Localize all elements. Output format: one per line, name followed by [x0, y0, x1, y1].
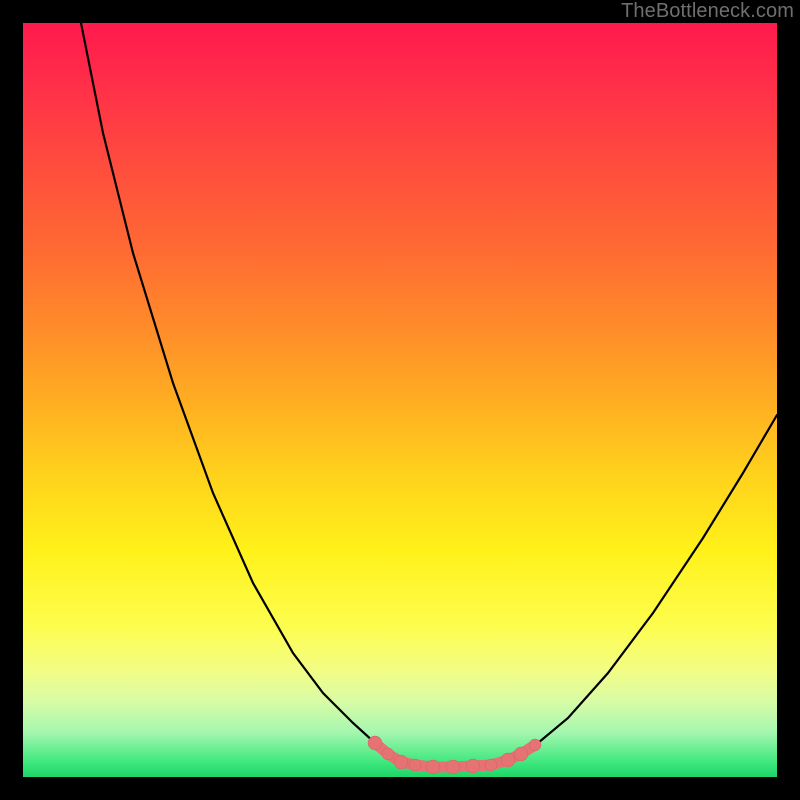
chart-frame — [23, 23, 777, 777]
marker-point — [426, 760, 440, 774]
marker-point — [446, 760, 460, 774]
marker-point — [485, 759, 497, 771]
marker-point — [394, 755, 408, 769]
marker-point — [382, 748, 394, 760]
curve-group — [81, 23, 777, 767]
marker-point — [466, 759, 480, 773]
marker-point — [409, 759, 421, 771]
marker-point — [368, 736, 382, 750]
marker-point — [514, 747, 528, 761]
marker-point — [529, 739, 541, 751]
bottleneck-curve-svg — [23, 23, 777, 777]
watermark-text: TheBottleneck.com — [621, 0, 794, 23]
marker-point — [501, 753, 515, 767]
bottleneck-curve — [81, 23, 777, 767]
marker-group — [368, 736, 541, 774]
